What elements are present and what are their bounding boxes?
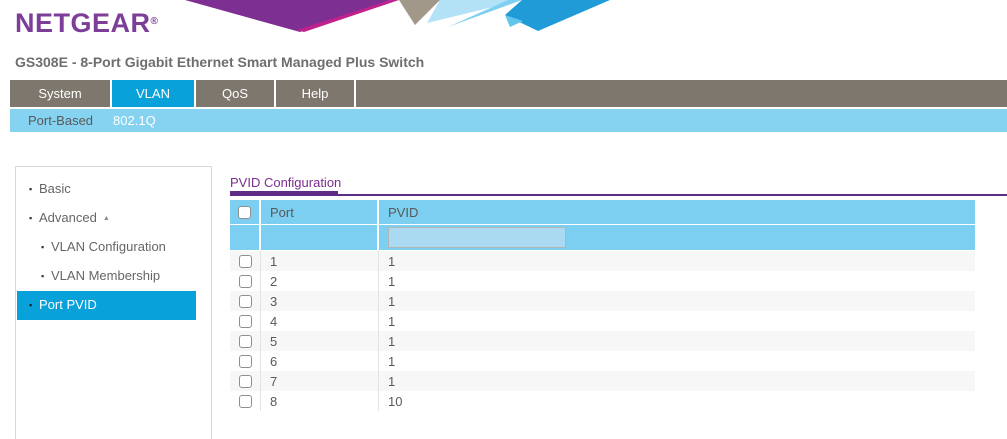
sidebar-item-advanced[interactable]: ▪Advanced ▲ bbox=[29, 210, 211, 225]
pvid-table: Port PVID 11213141516171810 bbox=[230, 200, 975, 411]
table-filter-row bbox=[230, 225, 975, 250]
port-cell: 6 bbox=[261, 351, 379, 371]
table-row-port-3: 31 bbox=[230, 291, 975, 311]
subnav-item-port-based[interactable]: Port-Based bbox=[28, 113, 93, 128]
row-checkbox-port-4[interactable] bbox=[239, 315, 252, 328]
port-cell: 3 bbox=[261, 291, 379, 311]
sidebar-item-label: Basic bbox=[39, 181, 71, 196]
sidebar-item-label: VLAN Membership bbox=[51, 268, 160, 283]
bullet-icon: ▪ bbox=[29, 182, 39, 197]
pvid-cell: 1 bbox=[379, 371, 975, 391]
port-cell: 2 bbox=[261, 271, 379, 291]
port-cell: 7 bbox=[261, 371, 379, 391]
table-body: 11213141516171810 bbox=[230, 251, 975, 411]
bullet-icon: ▪ bbox=[41, 269, 51, 284]
pvid-cell: 1 bbox=[379, 331, 975, 351]
section-title: PVID Configuration bbox=[230, 175, 341, 190]
banner-blue-shape bbox=[505, 0, 610, 31]
table-row-port-4: 41 bbox=[230, 311, 975, 331]
table-row-port-7: 71 bbox=[230, 371, 975, 391]
row-checkbox-port-3[interactable] bbox=[239, 295, 252, 308]
sub-nav: Port-Based 802.1Q bbox=[10, 109, 1007, 132]
pvid-input[interactable] bbox=[388, 227, 566, 248]
tab-system[interactable]: System bbox=[10, 80, 110, 107]
port-cell: 8 bbox=[261, 391, 379, 411]
registered-mark: ® bbox=[151, 16, 158, 27]
section-title-rule bbox=[230, 194, 1007, 196]
port-cell: 5 bbox=[261, 331, 379, 351]
pvid-cell: 1 bbox=[379, 311, 975, 331]
select-all-checkbox[interactable] bbox=[238, 206, 251, 219]
port-cell: 1 bbox=[261, 251, 379, 271]
table-row-port-2: 21 bbox=[230, 271, 975, 291]
row-check-cell bbox=[230, 371, 261, 391]
nav-filler bbox=[356, 80, 1007, 107]
row-checkbox-port-6[interactable] bbox=[239, 355, 252, 368]
pvid-cell: 1 bbox=[379, 271, 975, 291]
row-checkbox-port-1[interactable] bbox=[239, 255, 252, 268]
table-row-port-6: 61 bbox=[230, 351, 975, 371]
table-row-port-8: 810 bbox=[230, 391, 975, 411]
banner-purple-shape bbox=[185, 0, 390, 32]
row-check-cell bbox=[230, 331, 261, 351]
row-check-cell bbox=[230, 311, 261, 331]
tab-vlan[interactable]: VLAN bbox=[112, 80, 194, 107]
port-column-header: Port bbox=[261, 200, 379, 224]
switch-admin-page: NETGEAR® GS308E - 8-Port Gigabit Etherne… bbox=[0, 0, 1007, 439]
row-checkbox-port-8[interactable] bbox=[239, 395, 252, 408]
sidebar-menu: ▪Basic▪Advanced▲▪VLAN Configuration▪VLAN… bbox=[15, 166, 212, 439]
row-check-cell bbox=[230, 351, 261, 371]
pvid-cell: 1 bbox=[379, 351, 975, 371]
sidebar-item-label: Port PVID bbox=[39, 297, 97, 312]
sidebar-item-label: VLAN Configuration bbox=[51, 239, 166, 254]
table-header-check-cell bbox=[230, 200, 261, 224]
tab-help[interactable]: Help bbox=[276, 80, 354, 107]
filter-pvid-cell bbox=[379, 225, 975, 250]
bullet-icon: ▪ bbox=[41, 240, 51, 255]
banner-graphic bbox=[170, 0, 620, 34]
table-row-port-1: 11 bbox=[230, 251, 975, 271]
bullet-icon: ▪ bbox=[29, 298, 39, 313]
device-title: GS308E - 8-Port Gigabit Ethernet Smart M… bbox=[15, 54, 424, 70]
row-checkbox-port-2[interactable] bbox=[239, 275, 252, 288]
sidebar-item-vlan-configuration[interactable]: ▪VLAN Configuration bbox=[41, 239, 211, 254]
netgear-logo-text: NETGEAR bbox=[15, 8, 151, 38]
pvid-cell: 1 bbox=[379, 251, 975, 271]
filter-check-cell bbox=[230, 225, 261, 250]
row-check-cell bbox=[230, 291, 261, 311]
pvid-cell: 10 bbox=[379, 391, 975, 411]
port-cell: 4 bbox=[261, 311, 379, 331]
section-title-underline bbox=[230, 191, 338, 196]
table-row-port-5: 51 bbox=[230, 331, 975, 351]
table-header-row: Port PVID bbox=[230, 200, 975, 224]
sidebar-item-basic[interactable]: ▪Basic bbox=[29, 181, 211, 196]
pvid-cell: 1 bbox=[379, 291, 975, 311]
row-check-cell bbox=[230, 271, 261, 291]
sidebar-item-vlan-membership[interactable]: ▪VLAN Membership bbox=[41, 268, 211, 283]
sidebar-item-label: Advanced bbox=[39, 210, 97, 225]
subnav-item-802-1q[interactable]: 802.1Q bbox=[113, 113, 156, 128]
row-check-cell bbox=[230, 391, 261, 411]
row-check-cell bbox=[230, 251, 261, 271]
netgear-logo: NETGEAR® bbox=[15, 8, 158, 39]
collapse-caret-icon[interactable]: ▲ bbox=[103, 215, 110, 222]
row-checkbox-port-5[interactable] bbox=[239, 335, 252, 348]
filter-port-cell bbox=[261, 225, 379, 250]
tab-qos[interactable]: QoS bbox=[196, 80, 274, 107]
row-checkbox-port-7[interactable] bbox=[239, 375, 252, 388]
pvid-column-header: PVID bbox=[379, 200, 975, 224]
bullet-icon: ▪ bbox=[29, 211, 39, 226]
main-nav: SystemVLANQoSHelp bbox=[10, 80, 1007, 107]
sidebar-item-port-pvid[interactable]: ▪Port PVID bbox=[17, 291, 196, 320]
